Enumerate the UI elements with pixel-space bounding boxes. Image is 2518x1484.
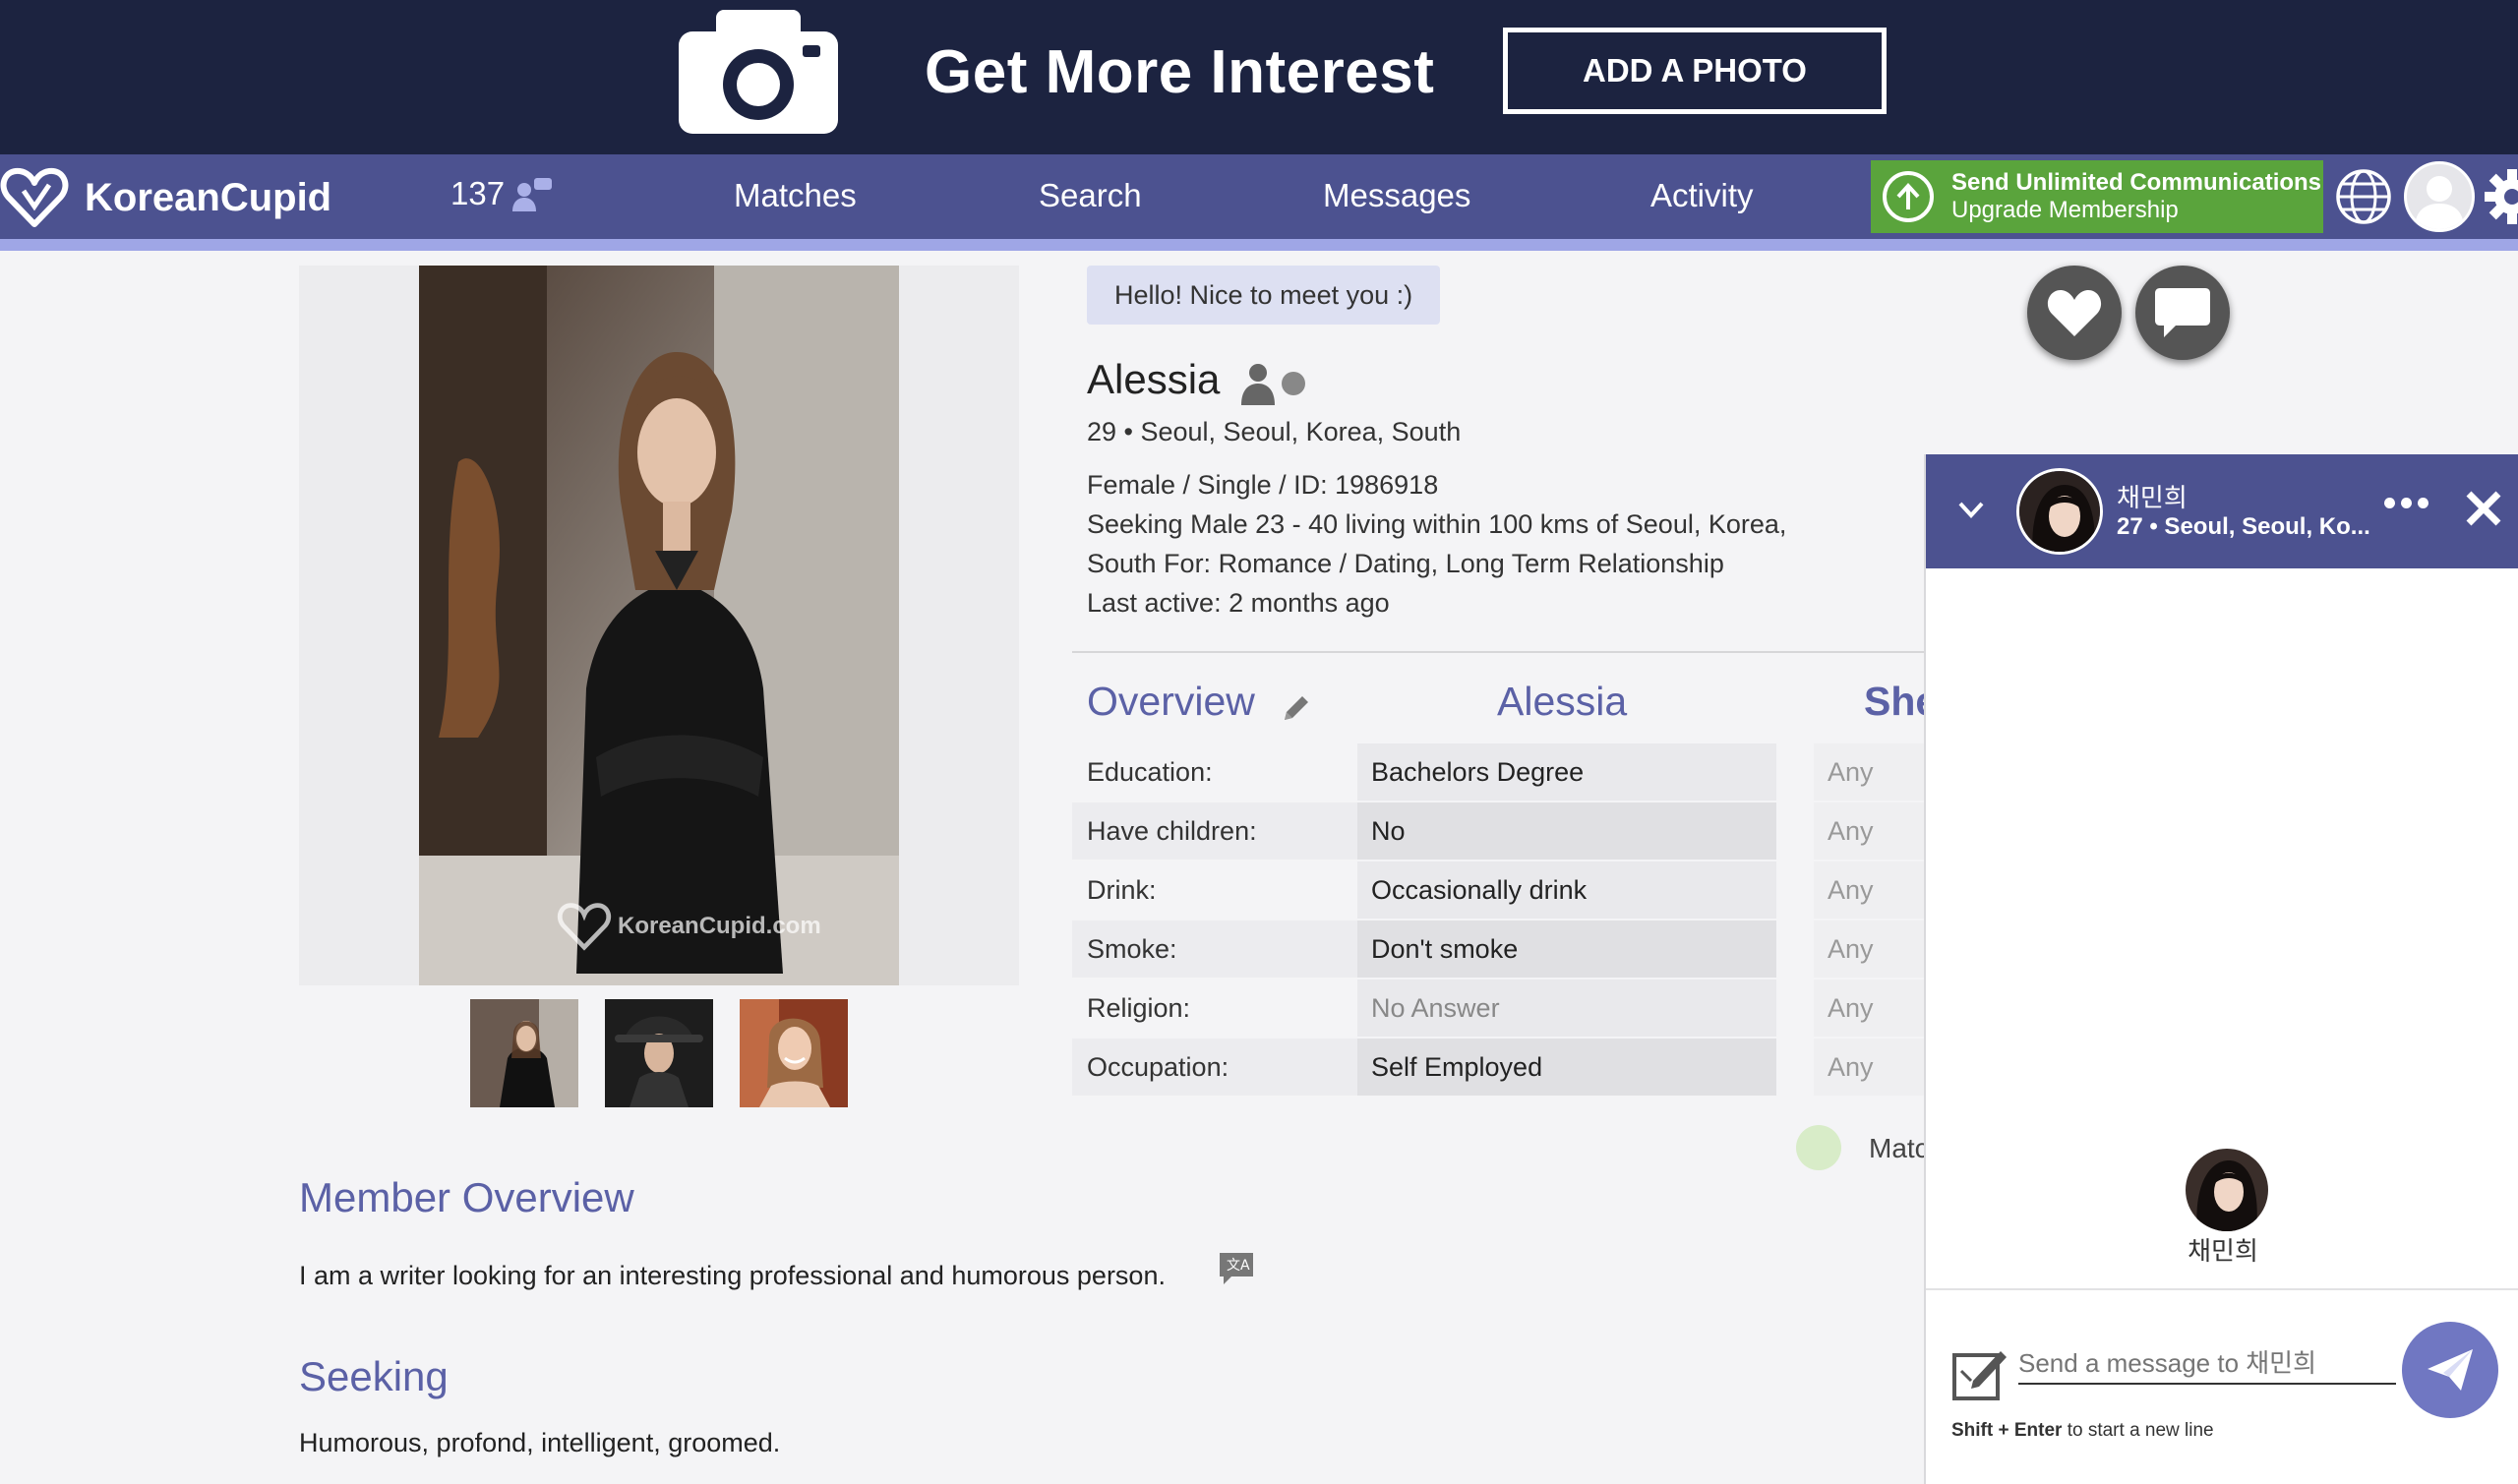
photo-illustration xyxy=(419,266,899,985)
interest-count: 137 xyxy=(450,175,506,211)
svg-text:文A: 文A xyxy=(1227,1258,1250,1274)
upgrade-button[interactable]: Send Unlimited Communications Upgrade Me… xyxy=(1871,160,2323,233)
row-value: No Answer xyxy=(1357,979,1776,1037)
table-row: Occupation: Self Employed Any xyxy=(1072,1039,1926,1096)
banner-headline: Get More Interest xyxy=(925,38,1435,106)
match-indicator xyxy=(1796,1125,1841,1170)
gear-icon[interactable] xyxy=(2483,167,2518,226)
logo[interactable]: KoreanCupid xyxy=(0,163,331,232)
table-row: Drink: Occasionally drink Any xyxy=(1072,861,1926,919)
chat-contact-name: 채민희 xyxy=(2117,484,2188,513)
profile-name: Alessia xyxy=(1087,356,1221,402)
edit-pencil-icon[interactable] xyxy=(1281,692,1312,724)
logo-text: KoreanCupid xyxy=(85,175,332,219)
profile-seeking-line1: Seeking Male 23 - 40 living within 100 k… xyxy=(1087,509,1787,539)
row-label: Smoke: xyxy=(1072,920,1357,978)
chat-contact-location: 27 • Seoul, Seoul, Ko... xyxy=(2117,513,2370,540)
chat-message-input[interactable] xyxy=(2018,1343,2396,1385)
more-options-icon[interactable] xyxy=(2384,498,2428,508)
profile-last-active: Last active: 2 months ago xyxy=(1087,588,1390,618)
chat-separator xyxy=(1926,1288,2518,1290)
chat-bubble-icon xyxy=(2155,288,2210,337)
greeting-chip[interactable]: Hello! Nice to meet you :) xyxy=(1087,266,1441,325)
chat-contact-name-center: 채민희 xyxy=(2188,1237,2258,1267)
nav-search[interactable]: Search xyxy=(1039,177,1142,214)
row-value: Self Employed xyxy=(1357,1039,1776,1096)
person-icon xyxy=(1241,364,1275,405)
row-preference: Any xyxy=(1814,1039,1926,1096)
upgrade-line2: Upgrade Membership xyxy=(1951,197,2179,223)
row-value: No xyxy=(1357,802,1776,860)
add-photo-button[interactable]: ADD A PHOTO xyxy=(1503,28,1887,114)
watermark-text: KoreanCupid.com xyxy=(618,913,821,939)
heart-icon xyxy=(2047,289,2102,336)
heart-watermark-icon xyxy=(557,903,612,951)
chat-contact-avatar xyxy=(2186,1149,2268,1231)
row-preference: Any xyxy=(1814,743,1926,801)
like-button[interactable] xyxy=(2027,266,2122,360)
paper-plane-icon xyxy=(2428,1349,2473,1391)
nav-matches[interactable]: Matches xyxy=(734,177,857,214)
overview-title: Overview xyxy=(1087,679,1255,724)
seeking-title: Seeking xyxy=(299,1353,449,1399)
nav-activity[interactable]: Activity xyxy=(1650,177,1754,214)
chat-hint-text: to start a new line xyxy=(2062,1420,2214,1441)
chat-avatar[interactable] xyxy=(2016,468,2103,555)
upgrade-line1: Send Unlimited Communications xyxy=(1951,169,2322,197)
main-profile-photo[interactable]: KoreanCupid.com xyxy=(419,266,899,985)
row-label: Religion: xyxy=(1087,992,1191,1023)
row-preference: Any xyxy=(1814,979,1926,1037)
table-row: Have children: No Any xyxy=(1072,802,1926,860)
close-icon[interactable] xyxy=(2463,488,2504,529)
promo-banner: Get More Interest ADD A PHOTO xyxy=(0,0,2518,154)
people-icon xyxy=(512,178,553,211)
table-row: Smoke: Don't smoke Any xyxy=(1072,920,1926,978)
match-legend-text: Matc xyxy=(1869,1133,1929,1163)
chat-hint-keys: Shift + Enter xyxy=(1951,1420,2063,1441)
compose-icon[interactable] xyxy=(1951,1345,2008,1402)
account-avatar[interactable] xyxy=(2404,161,2475,232)
row-label: Occupation: xyxy=(1072,1039,1357,1096)
row-label: Education: xyxy=(1087,756,1213,787)
row-preference: Any xyxy=(1814,802,1926,860)
message-button[interactable] xyxy=(2135,266,2230,360)
send-button[interactable] xyxy=(2402,1322,2498,1418)
chevron-down-icon[interactable] xyxy=(1955,494,1987,525)
navbar-underline xyxy=(0,239,2518,251)
photo-watermark: KoreanCupid.com xyxy=(557,901,821,952)
row-value: Don't smoke xyxy=(1357,920,1776,978)
row-preference: Any xyxy=(1814,920,1926,978)
online-status-icon xyxy=(1282,372,1305,395)
chat-hint: Shift + Enter to start a new line xyxy=(1951,1420,2214,1442)
row-label: Drink: xyxy=(1087,874,1157,905)
overview-column-name: Alessia xyxy=(1497,679,1628,724)
table-row: Religion: No Answer Any xyxy=(1072,979,1926,1037)
profile-details: Female / Single / ID: 1986918 xyxy=(1087,470,1439,500)
arrow-up-icon xyxy=(1883,171,1934,222)
profile-status-icons xyxy=(1241,362,1308,405)
photo-thumbnail[interactable] xyxy=(740,999,848,1107)
row-value: Bachelors Degree xyxy=(1357,743,1776,801)
row-label: Have children: xyxy=(1072,802,1357,860)
row-value: Occasionally drink xyxy=(1357,861,1776,919)
photo-thumbnail[interactable] xyxy=(605,999,713,1107)
seeking-text: Humorous, profond, intelligent, groomed. xyxy=(299,1428,781,1457)
user-silhouette-icon xyxy=(2415,176,2464,229)
profile-age-location: 29 • Seoul, Seoul, Korea, South xyxy=(1087,417,1462,446)
translate-icon[interactable]: 文A xyxy=(1218,1251,1255,1286)
chat-header[interactable]: 채민희 27 • Seoul, Seoul, Ko... xyxy=(1926,454,2518,568)
table-row: Education: Bachelors Degree Any xyxy=(1072,743,1926,801)
chat-panel: 채민희 27 • Seoul, Seoul, Ko... 채민희 Shift +… xyxy=(1924,454,2518,1484)
row-preference: Any xyxy=(1814,861,1926,919)
globe-icon[interactable] xyxy=(2335,168,2392,225)
member-overview-text: I am a writer looking for an interesting… xyxy=(299,1261,1166,1290)
interest-counter[interactable]: 137 xyxy=(450,175,553,212)
profile-divider xyxy=(1072,651,1926,653)
heart-logo-icon xyxy=(0,167,69,227)
member-overview-title: Member Overview xyxy=(299,1174,634,1220)
nav-messages[interactable]: Messages xyxy=(1323,177,1470,214)
photo-thumbnail[interactable] xyxy=(470,999,578,1107)
profile-seeking-line2: South For: Romance / Dating, Long Term R… xyxy=(1087,549,1724,578)
camera-icon xyxy=(679,10,838,134)
